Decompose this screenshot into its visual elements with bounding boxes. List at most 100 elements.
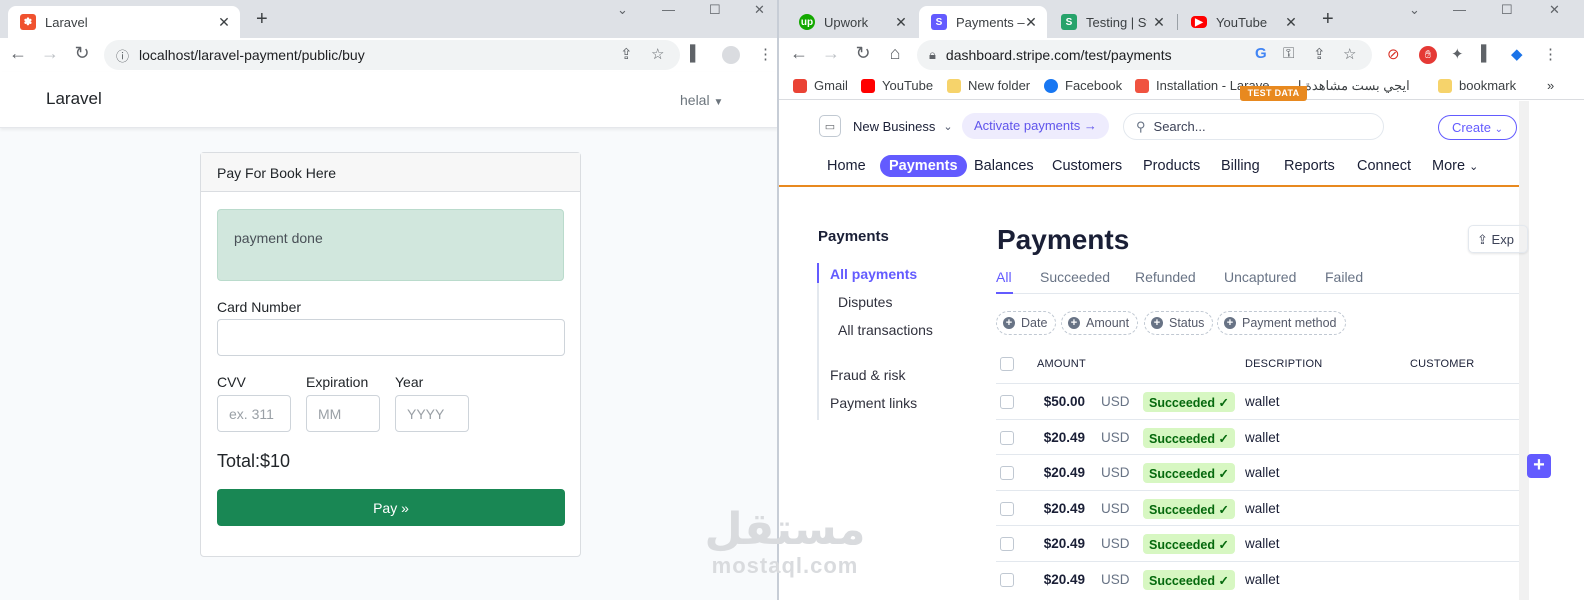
table-row[interactable]: $20.49 USD Succeeded ✓ wallet: [996, 454, 1519, 490]
close-tab-icon[interactable]: ✕: [1023, 14, 1039, 31]
maximize-icon[interactable]: ☐: [1501, 2, 1513, 18]
bookmark-star-icon[interactable]: ☆: [651, 45, 664, 63]
more-bookmarks-icon[interactable]: »: [1547, 78, 1554, 93]
filter-chip-date[interactable]: + Date: [996, 311, 1057, 335]
user-dropdown[interactable]: helal ▼: [680, 92, 723, 108]
expiration-year-input[interactable]: [395, 395, 469, 432]
maximize-icon[interactable]: ☐: [709, 2, 721, 18]
nav-reports[interactable]: Reports: [1284, 158, 1335, 174]
sidebar-item-all-transactions[interactable]: All transactions: [838, 322, 933, 338]
reload-icon[interactable]: ↻: [851, 43, 875, 64]
new-tab-icon[interactable]: +: [1322, 8, 1334, 31]
bookmark-new-folder[interactable]: New folder: [947, 78, 1030, 93]
forward-icon[interactable]: →: [38, 43, 62, 64]
nav-payments[interactable]: Payments: [880, 155, 967, 177]
back-icon[interactable]: ←: [6, 43, 30, 64]
window-close-icon[interactable]: ✕: [754, 2, 765, 18]
tab-stripe-payments[interactable]: S Payments – ✕: [919, 6, 1047, 38]
nav-billing[interactable]: Billing: [1221, 158, 1260, 174]
table-row[interactable]: $20.49 USD Succeeded ✓ wallet: [996, 525, 1519, 561]
menu-icon[interactable]: ⋮: [758, 45, 773, 63]
filter-tab-succeeded[interactable]: Succeeded: [1040, 269, 1110, 285]
nav-connect[interactable]: Connect: [1357, 158, 1411, 174]
extensions-icon[interactable]: ✦: [1451, 45, 1464, 63]
forward-icon[interactable]: →: [819, 43, 843, 64]
sidebar-item-fraud-risk[interactable]: Fraud & risk: [830, 367, 905, 383]
tab-search-icon[interactable]: ⌄: [1409, 2, 1420, 18]
brand-link[interactable]: Laravel: [46, 89, 102, 109]
filter-tab-refunded[interactable]: Refunded: [1135, 269, 1196, 285]
filter-tab-all[interactable]: All: [996, 269, 1012, 285]
close-tab-icon[interactable]: ✕: [1151, 14, 1167, 31]
home-icon[interactable]: ⌂: [883, 43, 907, 64]
bookmark-bookmark[interactable]: bookmark: [1438, 78, 1516, 93]
export-label: Exp: [1491, 232, 1514, 247]
page-scrollbar[interactable]: [1519, 101, 1529, 600]
table-row[interactable]: $20.49 USD Succeeded ✓ wallet: [996, 418, 1519, 455]
tab-upwork[interactable]: up Upwork ✕: [787, 6, 917, 38]
pay-button[interactable]: Pay »: [217, 489, 565, 526]
minimize-icon[interactable]: —: [662, 2, 675, 17]
window-close-icon[interactable]: ✕: [1549, 2, 1560, 18]
expiration-month-input[interactable]: [306, 395, 380, 432]
back-icon[interactable]: ←: [787, 43, 811, 64]
floating-add-button[interactable]: +: [1527, 454, 1551, 478]
address-bar[interactable]: ⓘ localhost/laravel-payment/public/buy ⇪…: [104, 40, 680, 70]
bookmark-gmail[interactable]: Gmail: [793, 78, 848, 93]
close-tab-icon[interactable]: ✕: [216, 14, 232, 31]
select-all-checkbox[interactable]: [1000, 357, 1014, 371]
row-description: wallet: [1245, 536, 1280, 552]
export-button[interactable]: ⇪ Exp: [1468, 225, 1528, 253]
filter-chip-amount[interactable]: + Amount: [1061, 311, 1139, 335]
filter-tab-failed[interactable]: Failed: [1325, 269, 1363, 285]
tab-laravel[interactable]: ✽ Laravel ✕: [8, 6, 240, 38]
key-icon[interactable]: ⚿: [1283, 45, 1294, 62]
google-icon[interactable]: G: [1255, 45, 1267, 62]
filter-tab-uncaptured[interactable]: Uncaptured: [1224, 269, 1296, 285]
stop-extension-icon[interactable]: ✋︎: [1419, 46, 1437, 64]
chip-label: Amount: [1086, 316, 1130, 330]
tab-youtube[interactable]: ▶ YouTube ✕: [1179, 6, 1307, 38]
sidepanel-icon[interactable]: ▌: [690, 45, 701, 62]
tab-search-icon[interactable]: ⌄: [617, 2, 628, 18]
filter-chip-payment-method[interactable]: + Payment method: [1217, 311, 1346, 335]
nav-more[interactable]: More ⌄: [1432, 158, 1478, 174]
reload-icon[interactable]: ↻: [70, 43, 94, 64]
sidebar-item-disputes[interactable]: Disputes: [838, 294, 892, 310]
bookmark-facebook[interactable]: Facebook: [1044, 78, 1122, 93]
bookmark-star-icon[interactable]: ☆: [1343, 45, 1356, 63]
share-icon[interactable]: ⇪: [620, 45, 633, 63]
bookmark-youtube[interactable]: YouTube: [861, 78, 933, 93]
menu-icon[interactable]: ⋮: [1543, 45, 1558, 63]
minimize-icon[interactable]: —: [1453, 2, 1466, 17]
table-row[interactable]: $20.49 USD Succeeded ✓ wallet: [996, 561, 1519, 597]
sidepanel-icon[interactable]: ▌: [1481, 45, 1492, 62]
adblock-icon[interactable]: ⊘: [1387, 45, 1400, 63]
column-header-amount[interactable]: AMOUNT: [1037, 358, 1086, 370]
nav-home[interactable]: Home: [827, 158, 866, 174]
profile-icon[interactable]: ◆: [1511, 45, 1523, 63]
table-row[interactable]: $50.00 USD Succeeded ✓ wallet: [996, 383, 1519, 419]
card-number-input[interactable]: [217, 319, 565, 356]
activate-payments-button[interactable]: Activate payments →: [962, 113, 1109, 139]
nav-products[interactable]: Products: [1143, 158, 1200, 174]
nav-balances[interactable]: Balances: [974, 158, 1034, 174]
address-bar[interactable]: 🔒︎ dashboard.stripe.com/test/payments G …: [917, 40, 1372, 70]
table-row[interactable]: $20.49 USD Succeeded ✓ wallet: [996, 489, 1519, 526]
profile-icon[interactable]: [722, 46, 740, 64]
nav-customers[interactable]: Customers: [1052, 158, 1122, 174]
cvv-input[interactable]: [217, 395, 291, 432]
new-tab-icon[interactable]: +: [256, 8, 268, 31]
tab-stripe-testing[interactable]: S Testing | Strip ✕: [1049, 6, 1175, 38]
filter-chip-status[interactable]: + Status: [1144, 311, 1214, 335]
close-tab-icon[interactable]: ✕: [1283, 14, 1299, 31]
close-tab-icon[interactable]: ✕: [893, 14, 909, 31]
search-input[interactable]: ⚲ Search...: [1123, 113, 1384, 140]
column-header-customer[interactable]: CUSTOMER: [1410, 358, 1474, 370]
sidebar-item-all-payments[interactable]: All payments: [830, 266, 917, 282]
account-switcher[interactable]: ▭ New Business ⌄: [819, 115, 953, 137]
column-header-description[interactable]: DESCRIPTION: [1245, 358, 1322, 370]
sidebar-item-payment-links[interactable]: Payment links: [830, 395, 917, 411]
share-icon[interactable]: ⇪: [1313, 45, 1326, 63]
create-button[interactable]: Create ⌄: [1438, 115, 1517, 140]
